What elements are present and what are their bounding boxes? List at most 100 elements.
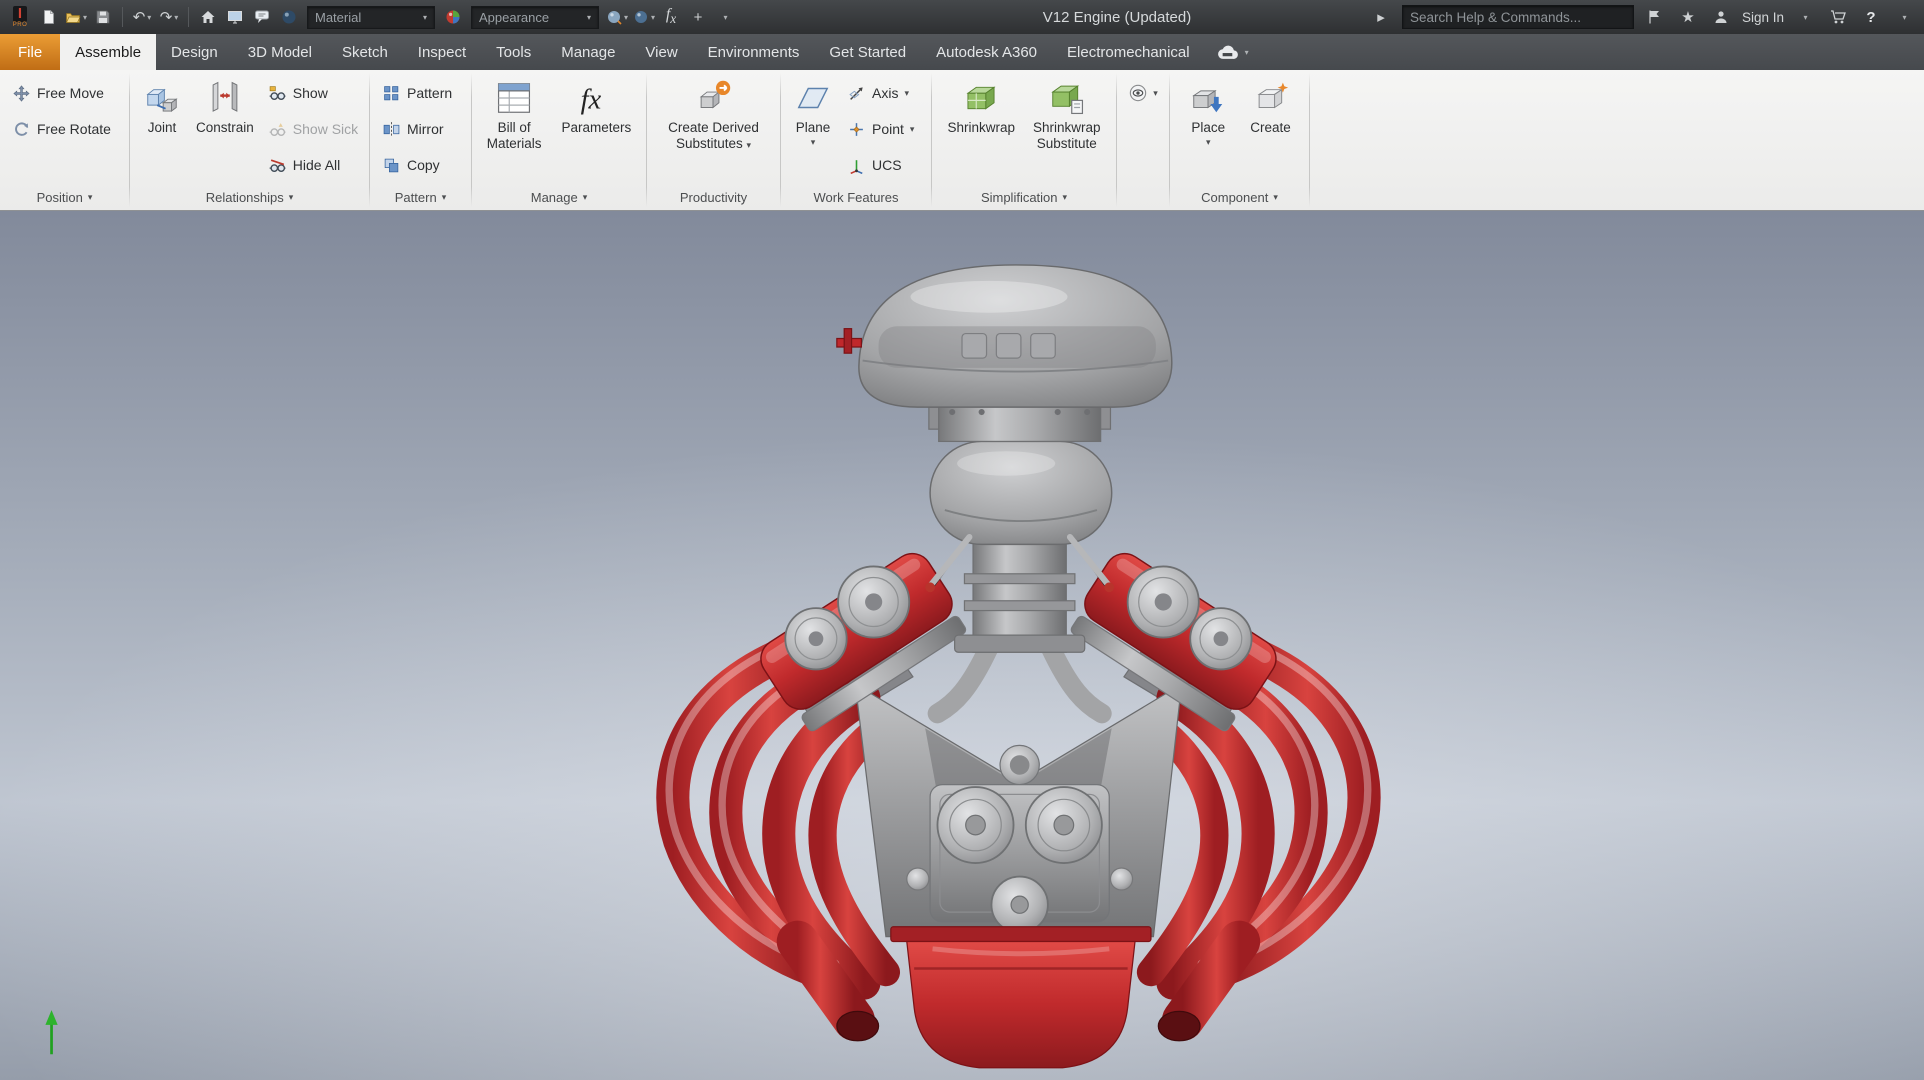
tab-electromechanical[interactable]: Electromechanical xyxy=(1052,34,1205,70)
show-sick-button[interactable]: Show Sick xyxy=(261,111,365,147)
open-icon[interactable]: ▾ xyxy=(64,5,88,29)
plane-button[interactable]: Plane ▾ xyxy=(786,75,840,147)
constrain-button[interactable]: Constrain xyxy=(189,75,261,136)
tab-assemble[interactable]: Assemble xyxy=(60,34,157,70)
tab-manage[interactable]: Manage xyxy=(546,34,630,70)
show-relationships-icon xyxy=(268,84,287,103)
create-derived-substitutes-button[interactable]: Create Derived Substitutes ▾ xyxy=(661,75,766,152)
help-icon[interactable]: ? xyxy=(1859,5,1883,29)
panel-visibility: ▾ xyxy=(1117,70,1169,210)
search-input[interactable] xyxy=(1409,9,1626,25)
home-icon[interactable] xyxy=(196,5,220,29)
shrinkwrap-button[interactable]: Shrinkwrap xyxy=(940,75,1022,136)
visibility-options-button[interactable]: ▾ xyxy=(1125,75,1161,111)
help-dropdown-arrow-icon[interactable]: ▾ xyxy=(1892,5,1916,29)
panel-label-manage[interactable]: Manage ▾ xyxy=(472,185,646,210)
point-button[interactable]: Point ▾ xyxy=(840,111,921,147)
adjust-dropdown-arrow-icon: ▾ xyxy=(623,12,628,22)
dropdown-arrow-icon: ▾ xyxy=(582,192,588,202)
copy-button[interactable]: Copy xyxy=(375,147,466,183)
bill-of-materials-button[interactable]: Bill of Materials xyxy=(480,75,549,152)
analysis-ball-icon[interactable]: ▾ xyxy=(632,5,656,29)
expand-panel-arrow-icon[interactable]: ▸ xyxy=(1369,5,1393,29)
free-rotate-button[interactable]: Free Rotate xyxy=(5,111,124,147)
material-dropdown-arrow-icon: ▾ xyxy=(422,12,427,22)
favorites-star-icon[interactable]: ★ xyxy=(1676,5,1700,29)
tab-autodesk-a360[interactable]: Autodesk A360 xyxy=(921,34,1052,70)
show-button[interactable]: Show xyxy=(261,75,365,111)
axis-button[interactable]: Axis ▾ xyxy=(840,75,921,111)
hide-all-button[interactable]: Hide All xyxy=(261,147,365,183)
appearance-dropdown[interactable]: Appearance ▾ xyxy=(471,5,599,29)
store-cart-icon[interactable] xyxy=(1826,5,1850,29)
search-box[interactable] xyxy=(1401,5,1634,29)
save-icon[interactable] xyxy=(91,5,115,29)
dropdown-arrow-icon: ▾ xyxy=(1273,192,1278,202)
show-sick-icon xyxy=(268,120,287,139)
parameters-fx-icon[interactable]: fx xyxy=(659,5,683,29)
appearance-ball-icon[interactable] xyxy=(441,5,465,29)
add-icon[interactable]: + xyxy=(686,5,710,29)
qat-customize-arrow-icon[interactable]: ▾ xyxy=(713,5,737,29)
panel-label-simplification[interactable]: Simplification ▾ xyxy=(932,185,1116,210)
tab-tools[interactable]: Tools xyxy=(481,34,546,70)
dropdown-arrow-icon: ▾ xyxy=(904,87,909,98)
inventor-logo[interactable]: I PRO xyxy=(6,3,34,31)
dropdown-arrow-icon: ▾ xyxy=(1153,87,1158,98)
redo-dropdown-arrow-icon: ▾ xyxy=(174,12,179,22)
screen-capture-icon[interactable] xyxy=(223,5,247,29)
material-ball-icon[interactable] xyxy=(277,5,301,29)
notification-flag-icon[interactable] xyxy=(1643,5,1667,29)
tab-design[interactable]: Design xyxy=(156,34,233,70)
undo-icon[interactable]: ↶ ▾ xyxy=(130,5,154,29)
appearance-dropdown-arrow-icon: ▾ xyxy=(586,12,591,22)
tab-view[interactable]: View xyxy=(630,34,692,70)
sign-in-dropdown-arrow-icon[interactable]: ▾ xyxy=(1793,5,1817,29)
create-derived-substitutes-icon xyxy=(693,78,733,118)
panel-label-pattern[interactable]: Pattern ▾ xyxy=(370,185,471,210)
dropdown-arrow-icon: ▾ xyxy=(87,192,93,202)
shrinkwrap-substitute-button[interactable]: Shrinkwrap Substitute xyxy=(1026,75,1108,152)
parameters-button[interactable]: fx Parameters xyxy=(554,75,638,136)
panel-label-relationships[interactable]: Relationships ▾ xyxy=(130,185,369,210)
panel-productivity: Create Derived Substitutes ▾ Productivit… xyxy=(647,70,780,210)
inventor-logo-mark: I xyxy=(12,6,28,22)
user-icon[interactable] xyxy=(1709,5,1733,29)
tab-3d-model[interactable]: 3D Model xyxy=(233,34,327,70)
analysis-dropdown-arrow-icon: ▾ xyxy=(650,12,655,22)
tab-file[interactable]: File xyxy=(0,34,61,70)
a360-cloud-button[interactable]: ▾ xyxy=(1205,34,1261,70)
material-dropdown[interactable]: Material ▾ xyxy=(307,5,435,29)
mirror-button[interactable]: Mirror xyxy=(375,111,466,147)
panel-label-productivity[interactable]: Productivity xyxy=(647,185,780,210)
ribbon: Free Move Free Rotate Position ▾ Joint Co… xyxy=(0,70,1924,211)
free-move-button[interactable]: Free Move xyxy=(5,75,124,111)
panel-label-work-features[interactable]: Work Features xyxy=(781,185,931,210)
bill-of-materials-icon xyxy=(494,78,534,118)
titlebar-right-cluster: ▸ ★ Sign In ▾ ? ▾ xyxy=(1369,0,1916,34)
place-button[interactable]: Place ▾ xyxy=(1181,75,1235,147)
point-icon xyxy=(847,120,866,139)
tab-environments[interactable]: Environments xyxy=(693,34,815,70)
viewport-canvas[interactable]: .tube{stroke:url(#redH);stroke-width:27;… xyxy=(0,211,1924,1080)
panel-label-position[interactable]: Position ▾ xyxy=(0,185,129,210)
dropdown-arrow-icon: ▾ xyxy=(909,123,915,134)
annotation-icon[interactable] xyxy=(250,5,274,29)
redo-icon[interactable]: ↷ ▾ xyxy=(157,5,181,29)
new-file-icon[interactable] xyxy=(37,5,61,29)
adjust-ball-icon[interactable]: ▾ xyxy=(605,5,629,29)
ucs-icon xyxy=(847,156,866,175)
panel-label-component[interactable]: Component ▾ xyxy=(1170,185,1309,210)
tab-get-started[interactable]: Get Started xyxy=(814,34,921,70)
joint-button[interactable]: Joint xyxy=(135,75,189,136)
viewport[interactable]: .tube{stroke:url(#redH);stroke-width:27;… xyxy=(0,211,1924,1080)
mirror-icon xyxy=(382,120,401,139)
tab-inspect[interactable]: Inspect xyxy=(403,34,481,70)
tab-sketch[interactable]: Sketch xyxy=(327,34,403,70)
oil-pan[interactable] xyxy=(890,926,1152,1069)
create-button[interactable]: Create xyxy=(1243,75,1298,136)
ucs-button[interactable]: UCS xyxy=(840,147,921,183)
pattern-button[interactable]: Pattern xyxy=(375,75,466,111)
panel-position: Free Move Free Rotate Position ▾ xyxy=(0,70,129,210)
sign-in-button[interactable]: Sign In xyxy=(1742,10,1784,25)
